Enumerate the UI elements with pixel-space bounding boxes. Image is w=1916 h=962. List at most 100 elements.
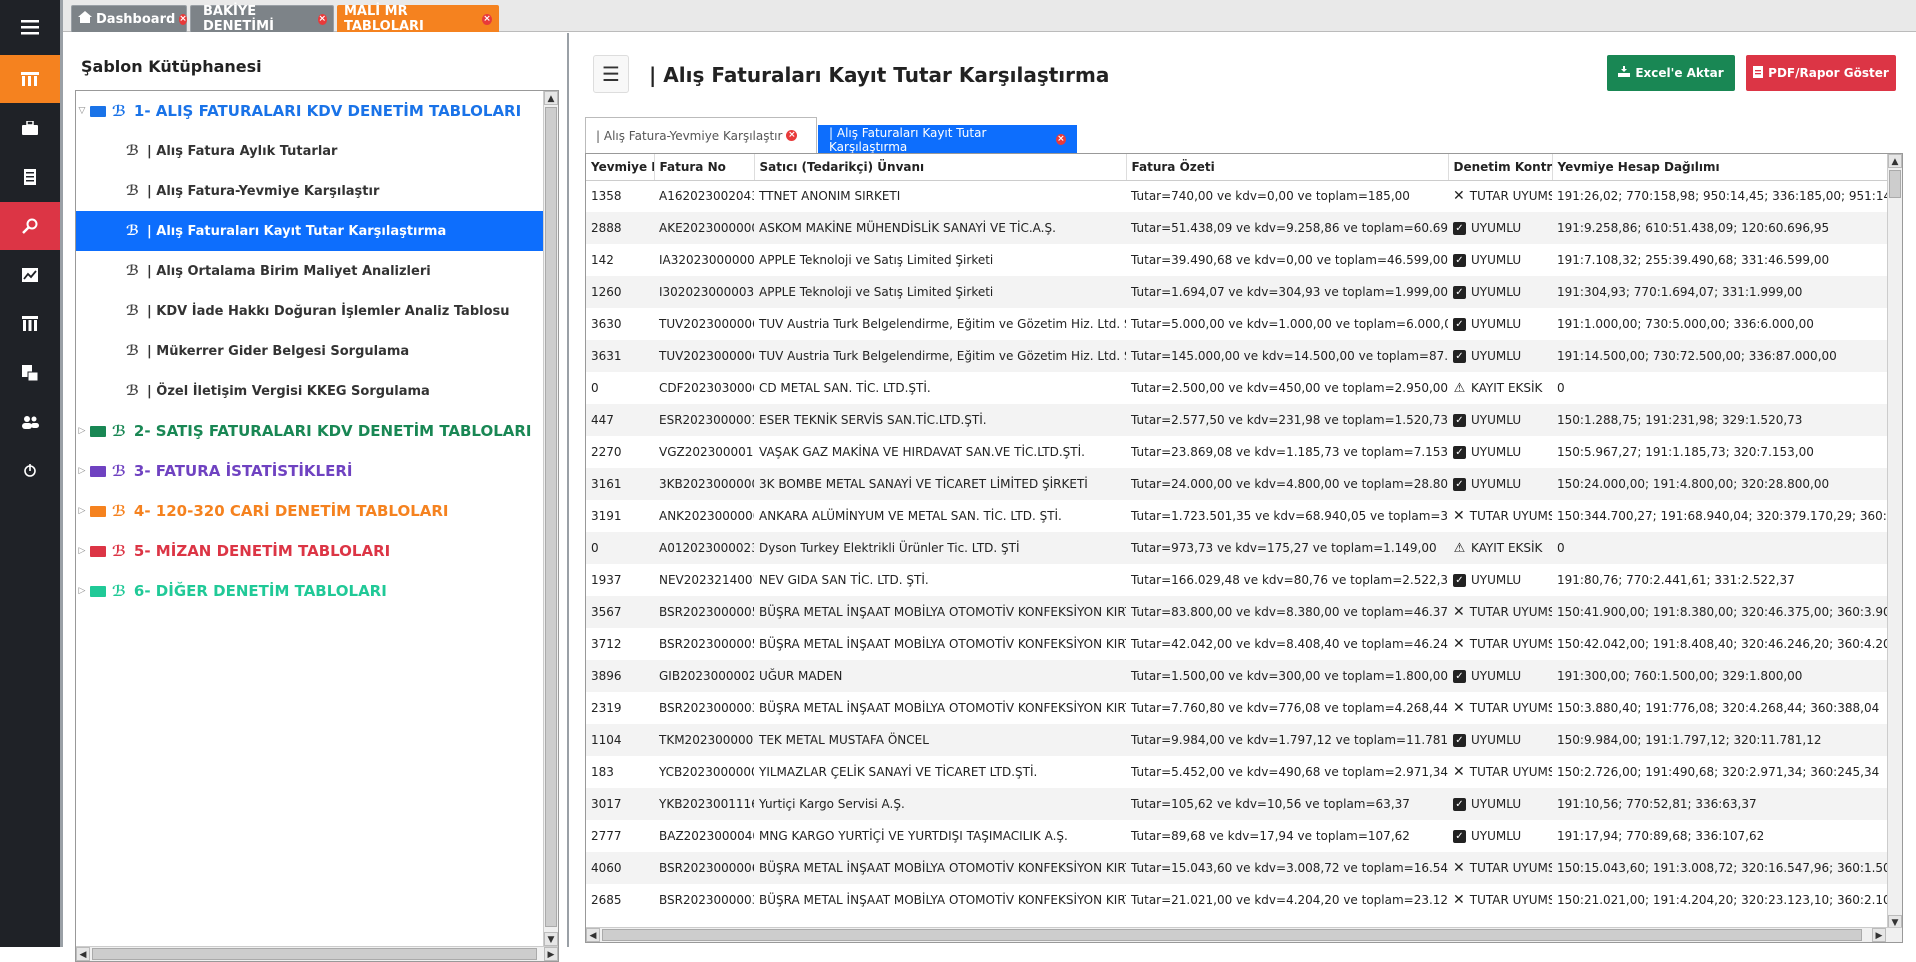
scroll-down-icon[interactable]: ▼ xyxy=(544,932,558,946)
table-row[interactable]: 1358 A162023002043 TTNET ANONIM SIRKETI Tut… xyxy=(586,180,1889,212)
column-header[interactable]: Denetim Kontrolü xyxy=(1448,154,1553,181)
scroll-left-icon[interactable]: ◀ xyxy=(76,947,90,961)
table-row[interactable]: 0 A012023000023 Dyson Turkey Elektrikli Ür… xyxy=(586,532,1889,564)
table-row[interactable]: 3191 ANK2023000000 ANKARA ALÜMİNYUM VE MET… xyxy=(586,500,1889,532)
scroll-up-icon[interactable]: ▲ xyxy=(544,91,558,105)
grid-vertical-scrollbar[interactable]: ▲ ▼ xyxy=(1887,154,1902,929)
tree-item-kdv-iade[interactable]: ℬ | KDV İade Hakkı Doğuran İşlemler Anali… xyxy=(76,291,543,331)
bank-icon[interactable] xyxy=(0,300,60,348)
chevron-right-icon[interactable]: ▷ xyxy=(76,466,88,476)
subtab-kayit-tutar[interactable]: | Alış Faturaları Kayıt Tutar Karşılaştı… xyxy=(818,125,1077,154)
table-row[interactable]: 2319 BSR2023000003 BÜŞRA METAL İNŞAAT MOBİ… xyxy=(586,692,1889,724)
tab-dashboard[interactable]: Dashboard × xyxy=(71,5,187,32)
table-row[interactable]: 3631 TUV2023000006 TUV Austria Turk Belgel… xyxy=(586,340,1889,372)
table-cell: 150:24.000,00; 191:4.800,00; 320:28.800,… xyxy=(1552,468,1889,500)
tree-group-1[interactable]: ▽ ℬ 1- ALIŞ FATURALARI KDV DENETİM TABLO… xyxy=(76,91,522,131)
scroll-thumb[interactable] xyxy=(92,948,537,960)
scroll-right-icon[interactable]: ▶ xyxy=(544,947,558,961)
chevron-right-icon[interactable]: ▷ xyxy=(76,506,88,516)
close-icon[interactable]: × xyxy=(1055,134,1066,145)
table-cell: TKM2023000000 xyxy=(654,724,754,756)
table-row[interactable]: 0 CDF2023030000 CD METAL SAN. TİC. LTD.ŞTİ… xyxy=(586,372,1889,404)
tab-mali-mr-tablolari[interactable]: MALİ MR TABLOLARI × xyxy=(337,4,499,34)
scroll-up-icon[interactable]: ▲ xyxy=(1888,154,1902,168)
scroll-thumb[interactable] xyxy=(1889,170,1901,198)
tree-item-ozel-iletisim[interactable]: ℬ | Özel İletişim Vergisi KKEG Sorgulama xyxy=(76,371,543,411)
table-row[interactable]: 3161 3KB2023000000 3K BOMBE METAL SANAYİ V… xyxy=(586,468,1889,500)
close-icon[interactable]: × xyxy=(317,13,327,25)
scroll-thumb[interactable] xyxy=(545,107,557,927)
tab-bakiye-denetimi[interactable]: BAKİYE DENETİMİ × xyxy=(190,4,334,34)
subtab-alis-fatura-yevmiye[interactable]: | Alış Fatura-Yevmiye Karşılaştır × xyxy=(585,117,817,153)
chevron-right-icon[interactable]: ▷ xyxy=(76,426,88,436)
script-icon: ℬ xyxy=(112,102,126,120)
table-row[interactable]: 2685 BSR2023000003 BÜŞRA METAL İNŞAAT MOBİ… xyxy=(586,884,1889,916)
table-row[interactable]: 3712 BSR2023000005 BÜŞRA METAL İNŞAAT MOBİ… xyxy=(586,628,1889,660)
results-table: Yevmiye N Fatura No Satıcı (Tedarikçi) Ü… xyxy=(586,154,1890,916)
script-icon: ℬ xyxy=(126,263,139,279)
column-header[interactable]: Fatura No xyxy=(654,154,755,181)
table-row[interactable]: 447 ESR2023000001 ESER TEKNİK SERVİS SAN.T… xyxy=(586,404,1889,436)
scroll-left-icon[interactable]: ◀ xyxy=(586,928,600,942)
pdf-report-button[interactable]: PDF/Rapor Göster xyxy=(1746,55,1896,91)
table-row[interactable]: 142 IA320230000008 APPLE Teknoloji ve Satı… xyxy=(586,244,1889,276)
tree-item-ortalama-birim[interactable]: ℬ | Alış Ortalama Birim Maliyet Analizler… xyxy=(76,251,543,291)
menu-icon[interactable]: ☰ xyxy=(593,55,629,93)
table-cell: 1260 xyxy=(586,276,654,308)
status-cell: ✓ UYUMLU xyxy=(1448,308,1552,340)
tree-group-4[interactable]: ▷ ℬ 4- 120-320 CARİ DENETİM TABLOLARI xyxy=(76,491,449,531)
table-cell: 150:344.700,27; 191:68.940,04; 320:379.1… xyxy=(1557,509,1889,523)
tree-item-alis-fatura-aylik[interactable]: ℬ | Alış Fatura Aylık Tutarlar xyxy=(76,131,543,171)
table-row[interactable]: 1260 I3020230000031 APPLE Teknoloji ve Sat… xyxy=(586,276,1889,308)
table-row[interactable]: 3630 TUV2023000006 TUV Austria Turk Belgel… xyxy=(586,308,1889,340)
tree-vertical-scrollbar[interactable]: ▲ ▼ xyxy=(543,91,558,946)
export-excel-button[interactable]: Excel'e Aktar xyxy=(1607,55,1735,91)
table-cell: 3191 xyxy=(591,509,622,523)
column-header[interactable]: Fatura Özeti xyxy=(1126,154,1449,181)
power-icon[interactable] xyxy=(0,447,60,495)
briefcase-icon[interactable] xyxy=(0,104,60,152)
scroll-right-icon[interactable]: ▶ xyxy=(1872,928,1886,942)
table-row[interactable]: 2777 BAZ2023000040 MNG KARGO YURTİÇİ VE YU… xyxy=(586,820,1889,852)
table-row[interactable]: 3017 YKB2023001116 Yurtiçi Kargo Servisi A… xyxy=(586,788,1889,820)
table-row[interactable]: 3567 BSR2023000005 BÜŞRA METAL İNŞAAT MOBİ… xyxy=(586,596,1889,628)
library-icon[interactable] xyxy=(0,55,60,103)
tree-group-6[interactable]: ▷ ℬ 6- DİĞER DENETİM TABLOLARI xyxy=(76,571,387,611)
table-row[interactable]: 1104 TKM2023000000 TEK METAL MUSTAFA ÖNCEL… xyxy=(586,724,1889,756)
scroll-thumb[interactable] xyxy=(602,929,1862,941)
table-cell: Tutar=5.452,00 ve kdv=490,68 ve toplam=2… xyxy=(1131,765,1448,779)
column-header[interactable]: Yevmiye Hesap Dağılımı xyxy=(1552,154,1890,181)
chevron-down-icon[interactable]: ▽ xyxy=(76,106,88,116)
chevron-right-icon[interactable]: ▷ xyxy=(76,546,88,556)
document-icon[interactable] xyxy=(0,153,60,201)
tree-item-alis-fatura-yevmiye[interactable]: ℬ | Alış Fatura-Yevmiye Karşılaştır xyxy=(76,171,543,211)
table-cell: 0 xyxy=(1557,381,1565,395)
table-cell: TUV2023000006 xyxy=(654,340,754,372)
table-row[interactable]: 2888 AKE2023000000 ASKOM MAKİNE MÜHENDİSLİ… xyxy=(586,212,1889,244)
tree-group-5[interactable]: ▷ ℬ 5- MİZAN DENETİM TABLOLARI xyxy=(76,531,391,571)
table-row[interactable]: 3896 GIB2023000002 UĞUR MADEN Tutar=1.500,0… xyxy=(586,660,1889,692)
tree-item-kayit-tutar[interactable]: ℬ | Alış Faturaları Kayıt Tutar Karşılaşt… xyxy=(76,211,543,251)
close-icon[interactable]: × xyxy=(482,13,492,25)
column-header[interactable]: Yevmiye N xyxy=(586,154,655,181)
report-icon[interactable] xyxy=(0,349,60,397)
chevron-right-icon[interactable]: ▷ xyxy=(76,586,88,596)
close-icon[interactable]: × xyxy=(179,13,187,25)
table-row[interactable]: 4060 BSR2023000006 BÜŞRA METAL İNŞAAT MOBİ… xyxy=(586,852,1889,884)
grid-horizontal-scrollbar[interactable]: ◀ ▶ xyxy=(586,927,1902,942)
table-row[interactable]: 2270 VGZ2023000011 VAŞAK GAZ MAKİNA VE HIR… xyxy=(586,436,1889,468)
menu-toggle-icon[interactable] xyxy=(0,0,60,53)
chart-icon[interactable] xyxy=(0,251,60,299)
search-icon[interactable] xyxy=(0,202,60,250)
table-cell: VAŞAK GAZ MAKİNA VE HIRDAVAT SAN.VE TİC.… xyxy=(759,445,1085,459)
tree-group-2[interactable]: ▷ ℬ 2- SATIŞ FATURALARI KDV DENETİM TABL… xyxy=(76,411,532,451)
table-cell: ESR2023000001 xyxy=(654,404,754,436)
table-row[interactable]: 1937 NEV2023214001 NEV GIDA SAN TİC. LTD. … xyxy=(586,564,1889,596)
table-row[interactable]: 183 YCB2023000000 YILMAZLAR ÇELİK SANAYİ V… xyxy=(586,756,1889,788)
tree-horizontal-scrollbar[interactable]: ◀ ▶ xyxy=(76,946,558,961)
column-header[interactable]: Satıcı (Tedarikçi) Ünvanı xyxy=(754,154,1127,181)
tree-item-mukerrer-gider[interactable]: ℬ | Mükerrer Gider Belgesi Sorgulama xyxy=(76,331,543,371)
close-icon[interactable]: × xyxy=(786,130,798,141)
users-icon[interactable] xyxy=(0,398,60,446)
tree-group-3[interactable]: ▷ ℬ 3- FATURA İSTATİSTİKLERİ xyxy=(76,451,353,491)
